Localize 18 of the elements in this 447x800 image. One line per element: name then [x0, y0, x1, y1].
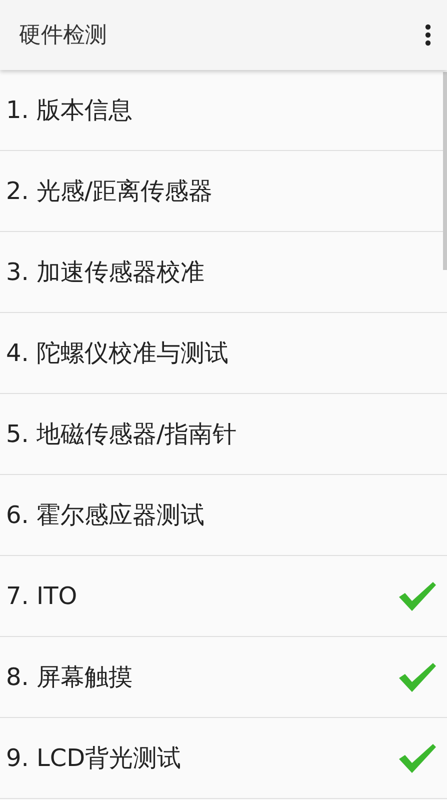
test-list-item[interactable]: 4. 陀螺仪校准与测试 — [0, 313, 447, 394]
test-name: 4. 陀螺仪校准与测试 — [6, 338, 229, 369]
test-name: 5. 地磁传感器/指南针 — [6, 419, 237, 450]
test-name: 9. LCD背光测试 — [6, 743, 182, 774]
test-name: 1. 版本信息 — [6, 95, 133, 126]
test-name: 6. 霍尔感应器测试 — [6, 500, 205, 531]
test-name: 8. 屏幕触摸 — [6, 662, 133, 693]
test-list-item[interactable]: 5. 地磁传感器/指南针 — [0, 394, 447, 475]
test-name: 2. 光感/距离传感器 — [6, 176, 213, 207]
test-name: 7. ITO — [6, 582, 78, 610]
test-list-item[interactable]: 9. LCD背光测试 — [0, 718, 447, 799]
more-options-icon[interactable] — [425, 24, 431, 46]
screen-title: 硬件检测 — [19, 22, 107, 50]
test-list-item[interactable]: 8. 屏幕触摸 — [0, 637, 447, 718]
test-list-item[interactable]: 7. ITO — [0, 556, 447, 637]
scrollbar[interactable] — [443, 72, 447, 270]
test-name: 3. 加速传感器校准 — [6, 257, 205, 288]
test-list-item[interactable]: 6. 霍尔感应器测试 — [0, 475, 447, 556]
